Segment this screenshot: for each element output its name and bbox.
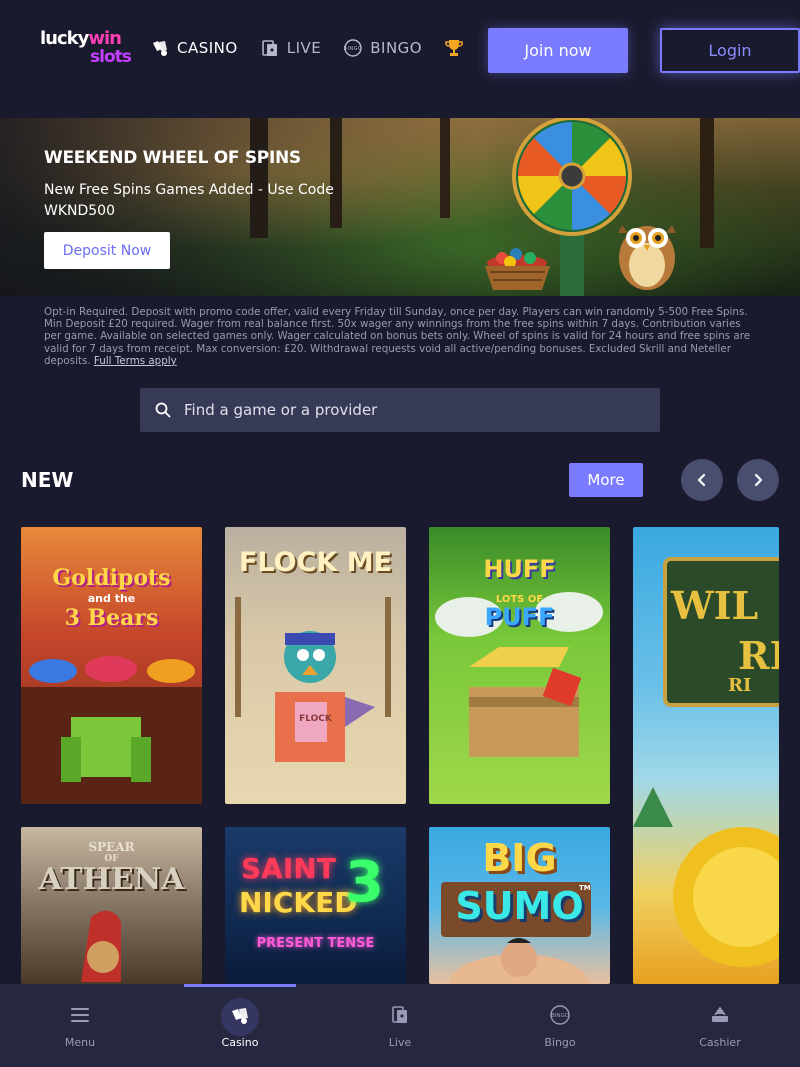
gold-pot-artwork: [633, 787, 779, 967]
game-tile-spear-of-athena[interactable]: SPEAR OF ATHENA: [21, 827, 202, 984]
game-title-line3: PRESENT TENSE: [256, 936, 375, 951]
game-title-line1: BIG: [482, 836, 557, 880]
nav-bingo[interactable]: BINGO BINGO: [343, 38, 422, 58]
nav-casino[interactable]: CASINO: [150, 38, 238, 58]
game-title-line1: FLOCK ME: [238, 547, 393, 578]
game-tile-goldipots[interactable]: Goldipots and the 3 Bears: [21, 527, 202, 804]
athena-artwork: [81, 910, 121, 982]
main-nav: CASINO LIVE BINGO BINGO: [150, 38, 464, 58]
nav-trophy[interactable]: [444, 38, 464, 58]
full-terms-link[interactable]: Full Terms apply: [94, 355, 177, 367]
logo-lucky: lucky: [40, 28, 89, 49]
login-button[interactable]: Login: [660, 28, 800, 73]
game-title-line3: PUFF: [484, 603, 555, 631]
join-now-button[interactable]: Join now: [488, 28, 628, 73]
game-tile-big-sumo[interactable]: BIG SUMO TM: [429, 827, 610, 984]
game-title-line1: Goldipots: [52, 565, 171, 591]
sumo-wrestler-artwork: [449, 938, 589, 984]
flock-me-artwork: [235, 597, 391, 762]
bottom-nav-cashier[interactable]: Cashier: [640, 984, 800, 1067]
game-tile-huff-n-lots-of-puff[interactable]: HUFF LOTS OF PUFF: [429, 527, 610, 804]
bottom-nav-menu[interactable]: Menu: [0, 984, 160, 1067]
bottom-nav-menu-label: Menu: [64, 1036, 96, 1049]
svg-text:BINGO: BINGO: [344, 46, 363, 52]
game-title-line2: SUMO: [455, 884, 584, 928]
bottom-nav-casino[interactable]: Casino: [160, 984, 320, 1067]
bottom-nav: Menu Casino Live BINGO Bingo Cashier: [0, 984, 800, 1067]
search-icon: [155, 402, 171, 418]
goldipots-artwork: [21, 656, 202, 804]
game-title-number: 3: [345, 850, 384, 915]
logo-text-line1: luckywin: [40, 30, 135, 48]
bottom-nav-bingo[interactable]: BINGO Bingo: [480, 984, 640, 1067]
game-tile-saint-nicked-3[interactable]: SAINT NICKED 3 PRESENT TENSE: [225, 827, 406, 984]
banner-subtitle: New Free Spins Games Added - Use Code WK…: [44, 182, 334, 219]
nav-casino-label: CASINO: [177, 39, 238, 57]
bingo-icon: BINGO: [550, 1005, 570, 1025]
game-title-tm: TM: [579, 884, 591, 892]
banner-tree: [700, 118, 714, 248]
logo-win: win: [88, 28, 122, 49]
trophy-icon: [444, 38, 464, 58]
menu-icon: [71, 1008, 89, 1022]
live-cards-icon: [392, 1006, 407, 1023]
game-title-line2: and the: [87, 592, 136, 605]
search-input[interactable]: [184, 388, 644, 432]
top-header: luckywin slots CASINO LIVE BINGO BINGO J…: [0, 0, 800, 100]
game-title-line1: SPEAR: [88, 840, 135, 854]
cards-icon: [150, 38, 170, 58]
bottom-nav-bingo-label: Bingo: [544, 1036, 576, 1049]
bingo-icon: BINGO: [343, 38, 363, 58]
banner-tree: [440, 118, 450, 218]
more-button[interactable]: More: [569, 463, 643, 497]
chevron-right-icon: [754, 473, 763, 487]
bottom-nav-cashier-label: Cashier: [699, 1036, 741, 1049]
carousel-prev-button[interactable]: [681, 459, 723, 501]
game-search-bar[interactable]: [140, 388, 660, 432]
game-title-line3: 3 Bears: [64, 605, 159, 631]
banner-title: WEEKEND WHEEL OF SPINS: [44, 148, 301, 168]
carousel-next-button[interactable]: [737, 459, 779, 501]
game-title-line1: WIL: [671, 583, 759, 628]
deposit-now-button[interactable]: Deposit Now: [44, 232, 170, 269]
promo-banner[interactable]: WEEKEND WHEEL OF SPINS New Free Spins Ga…: [0, 118, 800, 296]
chips-basket-illustration: [480, 238, 555, 293]
bottom-nav-live-label: Live: [388, 1036, 412, 1049]
nav-live[interactable]: LIVE: [260, 38, 322, 58]
owl-illustration: [612, 203, 682, 293]
game-title-line2: FLOCK: [299, 714, 332, 724]
cards-icon: [232, 1008, 248, 1024]
game-title-line3: RI: [728, 675, 752, 696]
luckywin-slots-logo[interactable]: luckywin slots: [40, 30, 135, 70]
game-title-line2: RI: [738, 633, 779, 678]
game-tile-wild-ri-partial[interactable]: WIL RI RI: [633, 527, 779, 984]
promo-terms: Opt-in Required. Deposit with promo code…: [44, 306, 756, 367]
bottom-nav-live[interactable]: Live: [320, 984, 480, 1067]
svg-text:BINGO: BINGO: [551, 1013, 570, 1019]
game-tile-flock-me[interactable]: FLOCK ME FLOCK: [225, 527, 406, 804]
game-title-line1: HUFF: [483, 555, 556, 583]
bottom-nav-casino-label: Casino: [221, 1036, 259, 1049]
chevron-left-icon: [697, 473, 706, 487]
nav-live-label: LIVE: [286, 39, 322, 57]
section-title-new: NEW: [21, 468, 74, 492]
game-title-line3: ATHENA: [38, 862, 185, 897]
nav-bingo-label: BINGO: [370, 39, 423, 57]
logo-slots: slots: [90, 47, 132, 67]
live-cards-icon: [260, 38, 280, 58]
cashier-icon: [712, 1006, 728, 1022]
